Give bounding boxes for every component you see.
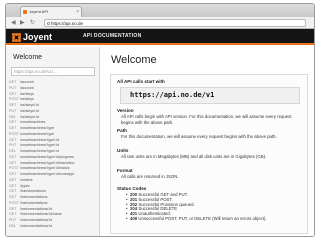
search-input[interactable]: https://api.no.de/v1/... xyxy=(11,67,95,76)
endpoint-path: /instrumentations/:id xyxy=(20,223,53,228)
endpoint-path: /instrumentations xyxy=(20,200,48,205)
endpoint-path: /smartmachines/:type/:id/status xyxy=(20,166,70,171)
endpoint-path: /smartmachines/:type/:id/progress xyxy=(20,154,74,159)
tab-bar: Joyent API × xyxy=(6,4,314,17)
endpoint-path: /sshkeys/:id xyxy=(20,103,39,107)
joyent-logo[interactable]: Joyent xyxy=(12,31,52,43)
endpoint-path: /instrumentations xyxy=(20,195,48,199)
logo-text: Joyent xyxy=(23,32,53,42)
browser-tab[interactable]: Joyent API × xyxy=(20,6,82,17)
sidebar: Welcome https://api.no.de/v1/... GET/acc… xyxy=(6,47,100,236)
units-text: All ram units are in Megabytes (MB) and … xyxy=(121,154,267,159)
endpoint-list: GET/account PUT/account GET/sshkeys POST/ss… xyxy=(9,80,99,230)
intro-heading: All API calls start with xyxy=(117,79,165,84)
endpoint-path: /smartmachines/:type/:id xyxy=(20,137,59,142)
format-text: All calls are returned in JSON. xyxy=(121,174,179,179)
browser-toolbar: ◀ ▶ ↻ https://api.no.de xyxy=(6,17,314,29)
app-header: Joyent API DOCUMENTATION xyxy=(6,29,314,45)
endpoint-path: /smartmachines/:type xyxy=(20,126,55,130)
path-text: For this documentation, we will assume e… xyxy=(121,134,277,139)
page-title: Welcome xyxy=(111,54,157,66)
endpoint-path: /smartmachines/:type/:id/transition xyxy=(20,160,75,165)
endpoint-path: /transformations xyxy=(20,189,46,194)
endpoint-path: /smartmachines/:type xyxy=(20,131,55,136)
reload-icon[interactable]: ↻ xyxy=(30,19,35,27)
endpoint-path: /account xyxy=(20,80,34,84)
endpoint-path: /types xyxy=(20,183,30,188)
app-title: API DOCUMENTATION xyxy=(83,33,142,39)
endpoint-path: /sshkeys xyxy=(20,97,34,102)
endpoint-path: /account xyxy=(20,85,34,90)
endpoint-path: /instrumentations/:id xyxy=(20,218,53,222)
status-code: 409 xyxy=(130,215,138,221)
endpoint-path: /metrics xyxy=(20,177,33,182)
close-icon[interactable]: × xyxy=(76,7,79,17)
tab-title: Joyent API xyxy=(29,9,49,14)
base-url-code: https://api.no.de/v1 xyxy=(120,87,300,104)
back-arrow-icon[interactable]: ◀ xyxy=(11,19,16,27)
status-code-list: • 200 Successful GET and PUT. • 201 Success… xyxy=(126,192,267,222)
doc-panel: All API calls start with https://api.no.… xyxy=(110,74,308,234)
lock-icon xyxy=(46,22,50,25)
http-verb: DEL xyxy=(9,223,16,228)
url-text: https://api.no.de xyxy=(51,21,84,26)
endpoint-path: /smartmachines/:type/:id/coreappt xyxy=(20,172,74,176)
address-bar[interactable]: https://api.no.de xyxy=(44,19,306,27)
endpoint-path: /smartmachines xyxy=(20,120,46,125)
endpoint-path: /sshkeys xyxy=(20,91,34,96)
browser-window: Joyent API × ◀ ▶ ↻ https://api.no.de Joy… xyxy=(5,3,315,237)
sidebar-endpoint-item[interactable]: DEL/instrumentations/:id xyxy=(9,224,99,230)
sidebar-title[interactable]: Welcome xyxy=(13,54,42,61)
endpoint-path: /instrumentations/:id xyxy=(20,206,53,211)
endpoint-path: /sshkeys/:id xyxy=(20,108,39,113)
forward-arrow-icon[interactable]: ▶ xyxy=(20,19,25,27)
version-text: All API calls begin with API version. Fo… xyxy=(121,114,292,125)
path-heading: Path xyxy=(117,128,127,133)
endpoint-path: /smartmachines/:type/:id xyxy=(20,143,59,148)
main-content: Welcome All API calls start with https:/… xyxy=(101,47,314,236)
favicon-icon xyxy=(23,10,27,14)
joyent-logo-icon xyxy=(12,32,21,42)
units-heading: Units xyxy=(117,148,129,153)
endpoint-path: /sshkeys/:id xyxy=(20,114,39,119)
endpoint-path: /smartmachines/:type/:id xyxy=(20,149,59,153)
endpoint-path: /instrumentations/:id/value xyxy=(20,212,62,217)
status-description: Unsuccessful POST, PUT, or DELETE (Will … xyxy=(138,215,267,221)
status-heading: Status Codes xyxy=(117,186,147,191)
version-heading: Version xyxy=(117,108,134,113)
format-heading: Format xyxy=(117,168,133,173)
status-code-item: • 409 Unsuccessful POST, PUT, or DELETE (… xyxy=(126,215,267,222)
